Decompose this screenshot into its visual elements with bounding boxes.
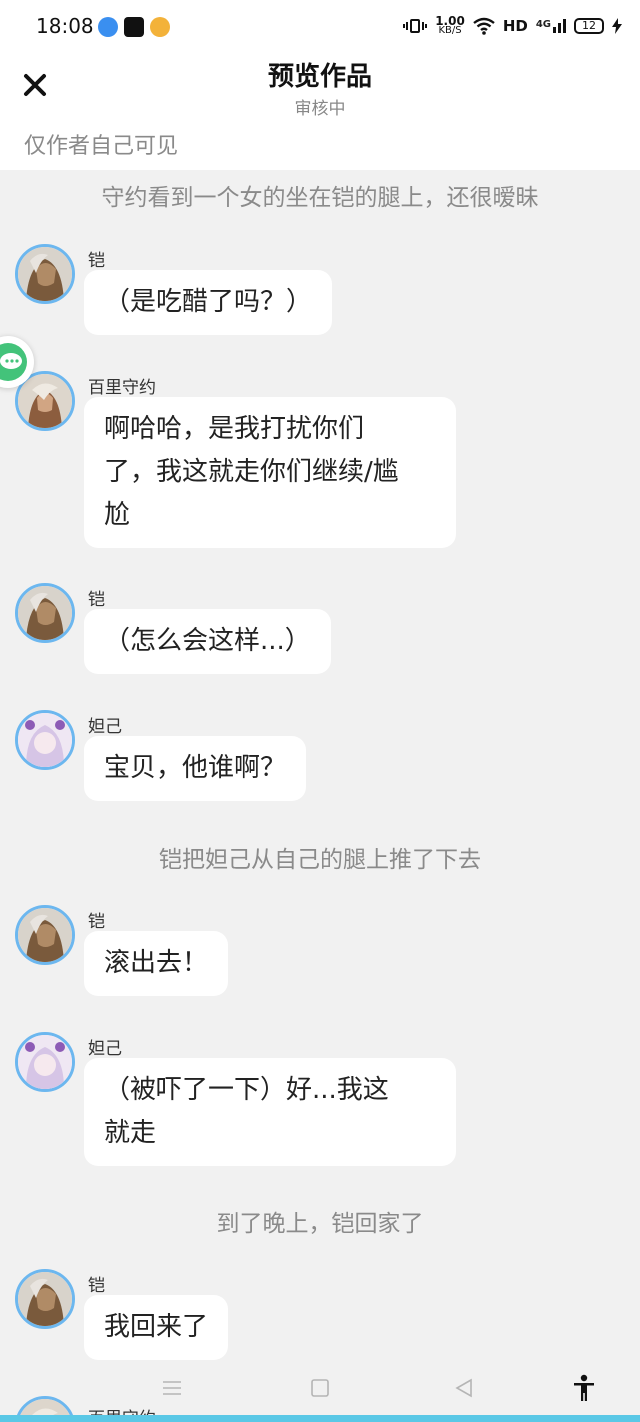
weibo-app-icon: [150, 17, 170, 37]
system-nav-bar: [0, 1368, 640, 1422]
network-speed: 1.00 KB/S: [435, 15, 465, 36]
narration-text: 守约看到一个女的坐在铠的腿上，还很暧昧: [101, 185, 539, 211]
home-button[interactable]: [310, 1378, 330, 1402]
message-line: 我回来了: [104, 1312, 209, 1342]
speaker-name: 铠: [88, 1276, 105, 1296]
status-right: 1.00 KB/S HD 4G 12: [403, 15, 622, 36]
kai-avatar-image: [18, 586, 72, 640]
kai-avatar[interactable]: [15, 905, 75, 965]
charging-icon: [612, 18, 622, 34]
speaker-name: 铠: [88, 251, 105, 271]
message-bubble[interactable]: （被吓了一下）好...我这 就走: [84, 1058, 456, 1166]
message-line: 就走: [104, 1118, 157, 1148]
speaker-name: 百里守约: [88, 378, 156, 398]
status-bar: 18:08 1.00 KB/S HD 4G 12: [0, 0, 640, 54]
speaker-name: 铠: [88, 590, 105, 610]
browser-app-icon: [98, 17, 118, 37]
kai-avatar-image: [18, 908, 72, 962]
kai-avatar[interactable]: [15, 583, 75, 643]
wifi-icon: [473, 17, 495, 35]
signal-bar: [563, 19, 566, 33]
message-bubble[interactable]: 啊哈哈，是我打扰你们 了，我这就走你们继续/尴 尬: [84, 397, 456, 548]
speaker-name: 妲己: [88, 1039, 122, 1059]
network-type-label: 4G: [535, 19, 551, 30]
status-time: 18:08: [36, 14, 94, 38]
notification-icons: [98, 17, 170, 37]
accessibility-button[interactable]: [572, 1374, 596, 1406]
message-line: 啊哈哈，是我打扰你们: [104, 414, 365, 444]
chat-area[interactable]: 守约看到一个女的坐在铠的腿上，还很暧昧 铠 （是吃醋了吗？） 百里守约 啊哈哈，…: [0, 170, 640, 1422]
kai-avatar[interactable]: [15, 244, 75, 304]
message-bubble[interactable]: （怎么会这样...）: [84, 609, 331, 674]
menu-button[interactable]: [162, 1378, 182, 1402]
speaker-name: 铠: [88, 912, 105, 932]
kai-avatar-image: [18, 1272, 72, 1326]
hd-label: HD: [502, 17, 528, 35]
review-status: 审核中: [294, 99, 346, 119]
message-line: （怎么会这样...）: [104, 626, 311, 656]
cell-signal: 4G: [536, 19, 566, 33]
daji-avatar[interactable]: [15, 710, 75, 770]
battery-indicator: 12: [574, 18, 604, 34]
back-button[interactable]: [454, 1378, 474, 1402]
message-line: 尬: [104, 500, 131, 530]
message-line: 滚出去！: [104, 948, 209, 978]
daji-avatar-image: [18, 713, 72, 767]
chat-bubble-icon: [0, 343, 27, 381]
accessibility-icon: [574, 1374, 594, 1401]
menu-icon: [163, 1381, 181, 1395]
narration-text: 到了晚上，铠回家了: [216, 1211, 424, 1237]
back-triangle-icon: [455, 1378, 472, 1398]
daji-avatar-image: [18, 1035, 72, 1089]
narration-text: 铠把妲己从自己的腿上推了下去: [159, 847, 481, 873]
signal-bar: [558, 23, 561, 33]
message-bubble[interactable]: 宝贝，他谁啊？: [84, 736, 307, 801]
daji-avatar[interactable]: [15, 1032, 75, 1092]
visibility-note: 仅作者自己可见: [24, 134, 179, 159]
message-bubble[interactable]: （是吃醋了吗？）: [84, 270, 333, 335]
message-bubble[interactable]: 滚出去！: [84, 931, 229, 996]
message-line: 了，我这就走你们继续/尴: [104, 457, 399, 487]
message-line: 宝贝，他谁啊？: [104, 753, 287, 783]
speaker-name: 妲己: [88, 717, 122, 737]
bottom-accent-bar: [0, 1415, 640, 1422]
shouyue-avatar-image: [18, 374, 72, 428]
message-bubble[interactable]: 我回来了: [84, 1295, 229, 1360]
home-square-icon: [311, 1379, 329, 1397]
tiktok-app-icon: [124, 17, 144, 37]
message-line: （被吓了一下）好...我这: [104, 1075, 389, 1105]
kai-avatar-image: [18, 247, 72, 301]
vibrate-icon: [403, 19, 428, 33]
kai-avatar[interactable]: [15, 1269, 75, 1329]
signal-bar: [553, 27, 556, 33]
net-speed-unit: KB/S: [438, 25, 462, 36]
header: 预览作品 审核中 仅作者自己可见: [0, 54, 640, 170]
page-title: 预览作品: [267, 62, 372, 92]
message-line: （是吃醋了吗？）: [104, 287, 313, 317]
